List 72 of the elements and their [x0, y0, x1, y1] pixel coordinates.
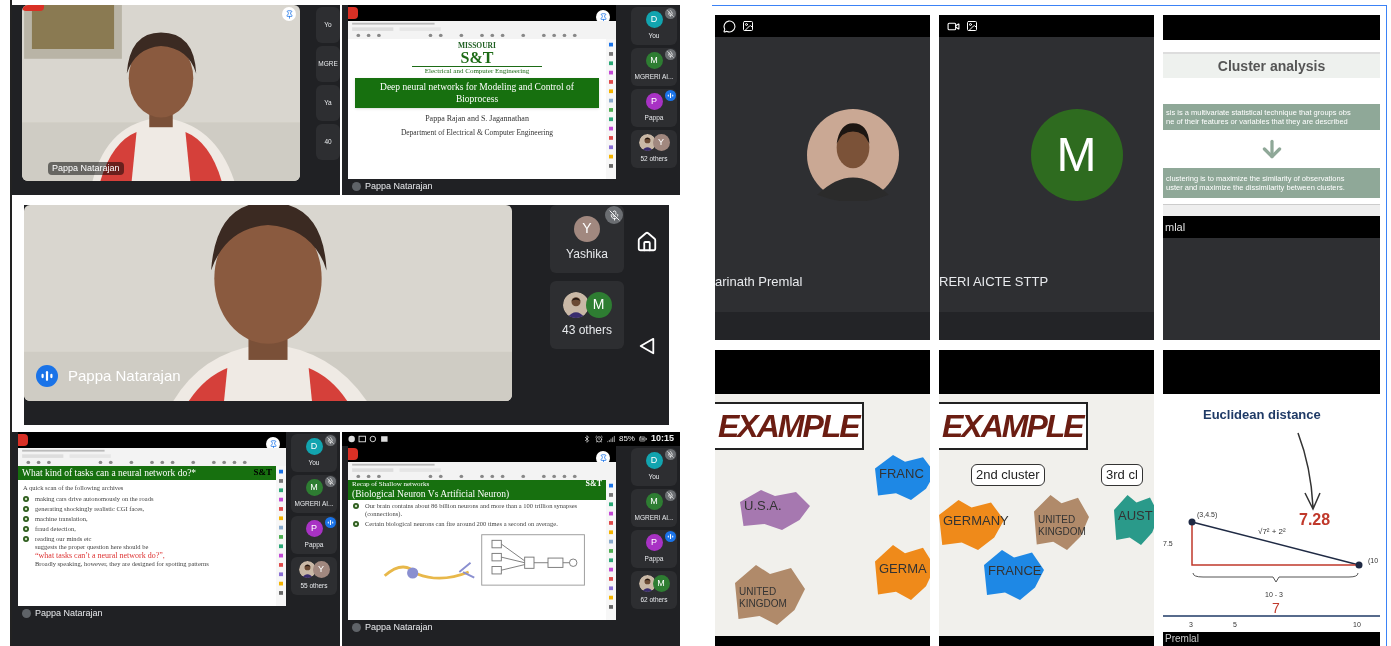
bullet-icon: [23, 515, 29, 522]
country-label: AUST: [1118, 508, 1153, 523]
alarm-icon: [594, 435, 603, 443]
avatar: M: [585, 291, 612, 318]
logo-mark: S&T: [460, 49, 494, 66]
bullet-icon: [23, 525, 29, 532]
avatar: D: [645, 11, 663, 29]
participant-icon: [352, 623, 361, 632]
bullet-icon: [353, 503, 359, 509]
participant-name: Premlal: [1165, 633, 1199, 645]
participant-name: Pappa Natarajan: [35, 606, 103, 620]
participant-name: mlal: [1165, 219, 1186, 235]
participant-name: Pappa Natarajan: [48, 161, 124, 175]
participant-name: arinath Premlal: [715, 273, 804, 291]
country-label: GERMA: [879, 560, 927, 576]
slide-heading: EXAMPLE: [715, 402, 864, 450]
slide-authors: Pappa Rajan and S. Jagannathan: [425, 112, 529, 125]
participant-name: RERI AICTE STTP: [939, 273, 1050, 291]
slide-title: Cluster analysis: [1217, 56, 1326, 76]
clock: 10:15: [650, 432, 674, 446]
back-button[interactable]: [638, 337, 656, 355]
avatar: M: [645, 52, 663, 70]
avatar: M: [645, 493, 663, 511]
cluster-tag: 3rd cl: [1101, 464, 1143, 486]
participant-name: 43 others: [561, 321, 612, 339]
avatar: P: [645, 534, 663, 552]
country-label: FRANCE: [988, 563, 1042, 578]
avatar: Y: [652, 134, 670, 152]
participant-name: Pappa Natarajan: [68, 365, 181, 386]
slide-subtitle: (Biological Neuron Vs Artificial Neuron): [352, 488, 511, 500]
country-label: U.S.A.: [744, 498, 782, 513]
image-icon: [742, 20, 754, 32]
chat-icon: [723, 19, 736, 33]
participant-name: Pappa Natarajan: [365, 620, 433, 634]
avatar: M: [652, 575, 670, 593]
logo-mark: S&T: [585, 480, 602, 488]
battery-level: 85%: [618, 433, 635, 445]
participant-icon: [22, 609, 31, 618]
formula-text: √7² + 2²: [1258, 527, 1286, 536]
slide-quote: “what tasks can’t a neural network do?”,: [35, 550, 166, 560]
bullet-icon: [23, 535, 29, 542]
avatar: D: [645, 452, 663, 470]
battery-icon: [638, 435, 647, 443]
slide-title: Deep neural networks for Modeling and Control of Bioprocess: [355, 77, 599, 108]
avatar: M: [1030, 108, 1123, 201]
participant-name: Pappa Natarajan: [365, 179, 433, 193]
avatar: M: [305, 479, 323, 497]
width-value: 7: [1272, 600, 1280, 616]
bullet-icon: [23, 495, 29, 502]
home-button[interactable]: [636, 231, 658, 253]
bullet-icon: [23, 505, 29, 512]
slide-title: What kind of tasks can a neural network do?*: [22, 466, 197, 480]
bluetooth-icon: [582, 435, 591, 443]
participant-tile[interactable]: Y Yashika: [550, 205, 624, 273]
country-label: FRANC: [879, 465, 924, 481]
distance-result: 7.28: [1299, 511, 1331, 528]
cluster-tag: 2nd cluster: [971, 464, 1045, 486]
logo-mark: S&T: [253, 466, 272, 480]
avatar: Y: [312, 561, 330, 579]
slide-title: Euclidean distance: [1203, 407, 1321, 422]
country-label: UNITED KINGDOM: [739, 586, 787, 609]
signal-icon: [606, 435, 615, 443]
image-icon: [966, 20, 978, 32]
avatar: D: [305, 438, 323, 456]
slide-heading: EXAMPLE: [939, 402, 1088, 450]
participant-icon: [352, 182, 361, 191]
bullet-icon: [353, 521, 359, 527]
avatar: Y: [574, 215, 600, 242]
participant-name: Yashika: [566, 245, 608, 263]
avatar: P: [305, 520, 323, 538]
avatar: P: [645, 93, 663, 111]
participant-tile[interactable]: M 43 others: [550, 281, 624, 349]
